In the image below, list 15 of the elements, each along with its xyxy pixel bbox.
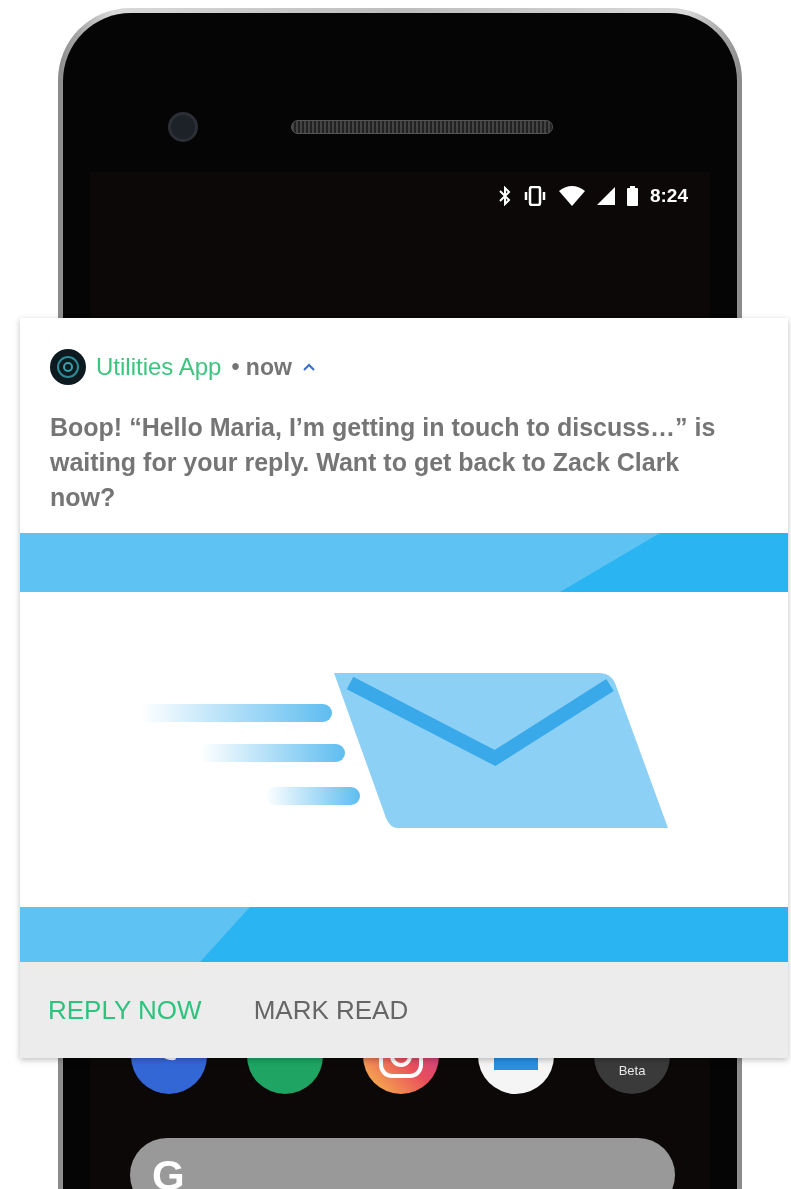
battery-icon — [626, 186, 638, 206]
wifi-icon — [558, 186, 585, 206]
vibrate-icon — [522, 186, 547, 206]
app-icon — [50, 349, 86, 385]
collapse-icon[interactable] — [301, 362, 316, 372]
clock-time: 8:24 — [649, 183, 688, 208]
notification-time: • now — [231, 352, 292, 382]
signal-icon — [596, 187, 615, 205]
app-name: Utilities App — [96, 352, 222, 382]
action-button[interactable]: MARK READ — [253, 990, 409, 1030]
notification-card[interactable]: Utilities App • now Boop! “Hello Maria, I’m getting in touch to discuss…” is waiting for your reply. Want to get back to Zack Clark now? REPLY NOW MARK READ — [20, 318, 788, 1058]
camera-lens — [168, 111, 198, 142]
notification-message: Boop! “Hello Maria, I’m getting in touch to discuss…” is waiting for your reply. Want to get back to Zack Clark now? — [49, 412, 717, 513]
app-label: Beta — [618, 1062, 646, 1081]
bluetooth-icon — [498, 186, 511, 206]
